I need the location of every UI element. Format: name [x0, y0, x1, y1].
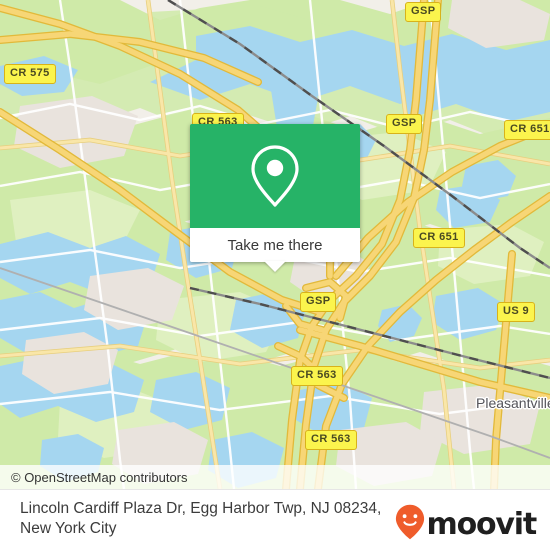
- address-line-1: Lincoln Cardiff Plaza Dr, Egg Harbor Twp…: [20, 500, 382, 517]
- shield-cr651-top-right[interactable]: CR 651: [504, 120, 550, 140]
- shield-cr651-mid-right[interactable]: CR 651: [413, 228, 465, 248]
- shield-cr563-center[interactable]: CR 563: [291, 366, 343, 386]
- map-pin-icon: [249, 144, 301, 208]
- take-me-there-label: Take me there: [227, 236, 323, 254]
- moovit-logo[interactable]: moovit: [395, 504, 538, 545]
- shield-cr575[interactable]: CR 575: [4, 64, 56, 84]
- place-label-pleasantville: Pleasantville: [476, 395, 550, 411]
- location-callout[interactable]: Take me there: [190, 124, 360, 272]
- map-viewport[interactable]: GSP CR 575 CR 563 GSP CR 651 CR 651 GSP …: [0, 0, 550, 489]
- moovit-map-card: GSP CR 575 CR 563 GSP CR 651 CR 651 GSP …: [0, 0, 550, 550]
- address-line-2: New York City: [20, 520, 117, 537]
- take-me-there-button[interactable]: Take me there: [190, 228, 360, 262]
- moovit-pin-smiley-icon: [395, 504, 425, 545]
- moovit-wordmark: moovit: [426, 506, 538, 542]
- footer-bar: Lincoln Cardiff Plaza Dr, Egg Harbor Twp…: [0, 489, 550, 550]
- shield-us9[interactable]: US 9: [497, 302, 536, 322]
- shield-gsp-upper-right[interactable]: GSP: [386, 114, 423, 134]
- map-attribution[interactable]: © OpenStreetMap contributors: [0, 465, 550, 489]
- shield-gsp-center[interactable]: GSP: [300, 292, 337, 312]
- shield-cr563-bottom[interactable]: CR 563: [305, 430, 357, 450]
- shield-gsp-top[interactable]: GSP: [405, 2, 442, 22]
- address-text: Lincoln Cardiff Plaza Dr, Egg Harbor Twp…: [20, 499, 405, 539]
- callout-pointer: [264, 261, 286, 272]
- callout-header: [190, 124, 360, 228]
- attribution-text: © OpenStreetMap contributors: [11, 469, 188, 485]
